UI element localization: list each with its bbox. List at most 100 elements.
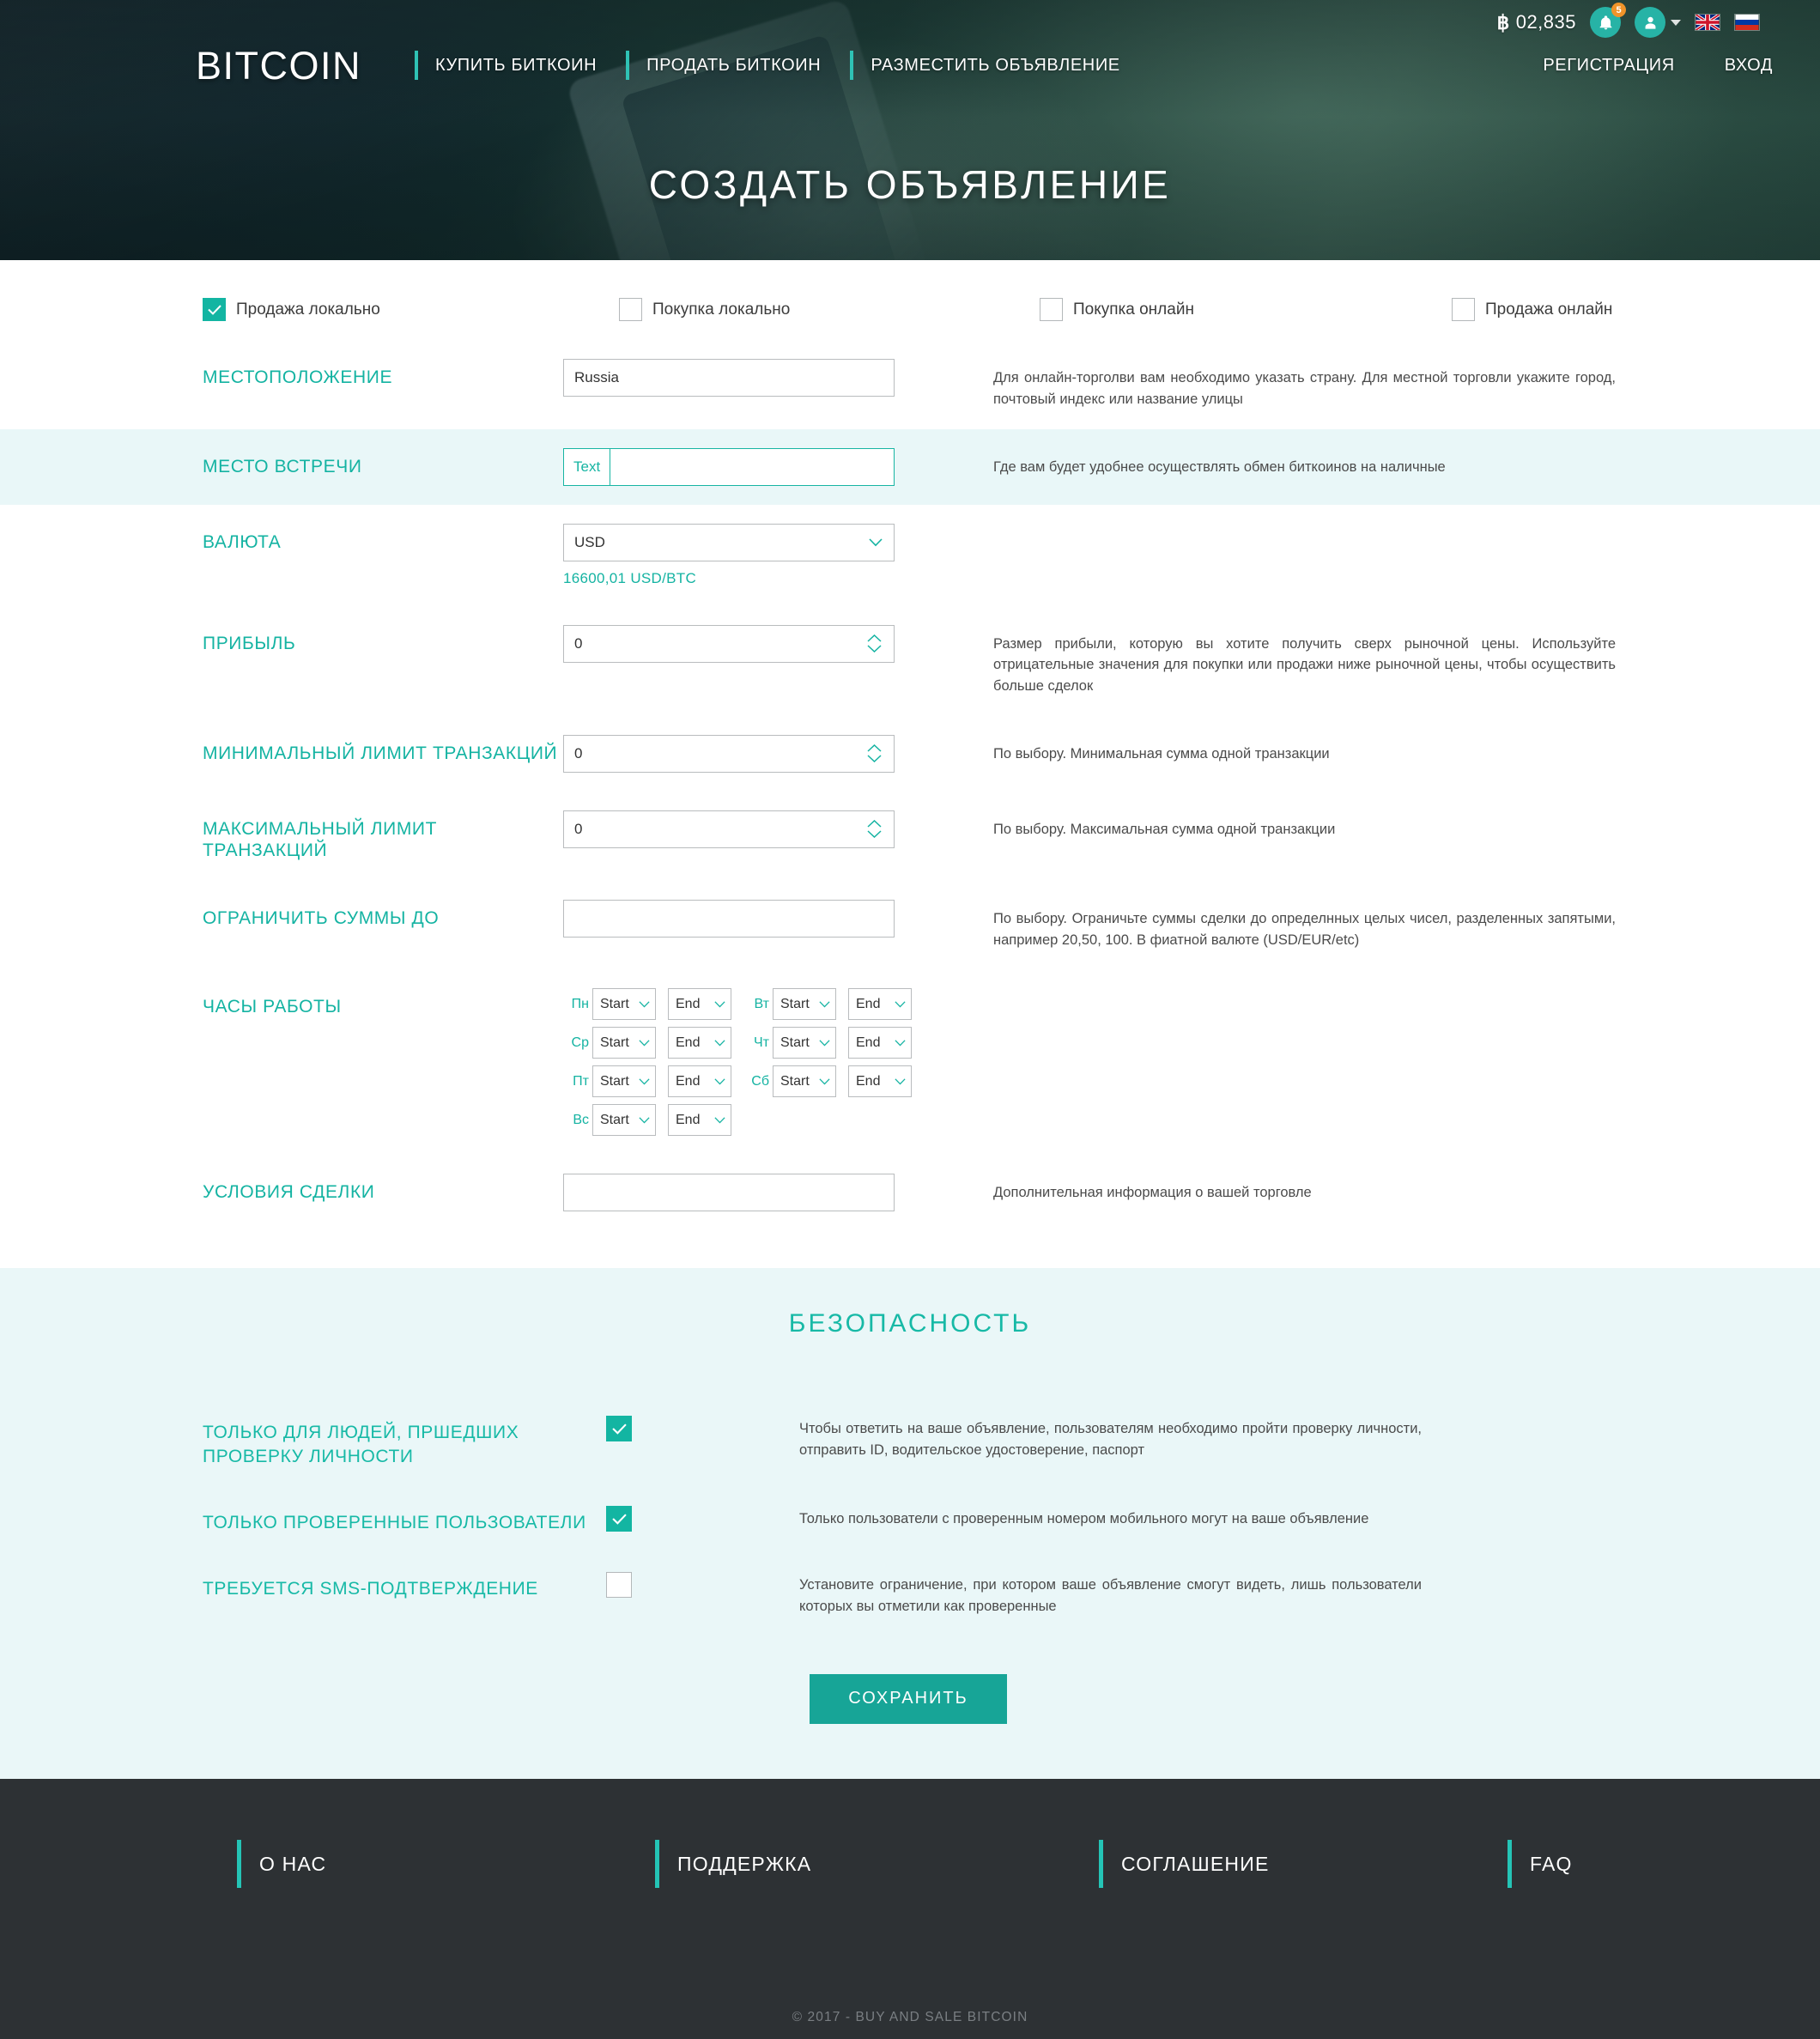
chevron-down-icon [895,1040,906,1047]
language-ru-button[interactable] [1734,14,1760,31]
label-round-amounts: ОГРАНИЧИТЬ СУММЫ ДО [203,907,440,928]
hours-end-fri: End [668,1065,731,1098]
hours-end-wed: End [668,1027,731,1059]
round-amounts-input[interactable] [563,899,895,938]
end-select-tue[interactable]: End [848,988,912,1021]
max-limit-spinner[interactable] [859,811,889,847]
desc-meeting-place: Где вам будет удобнее осуществлять обмен… [993,458,1446,475]
control-currency: USD 16600,01 USD/BTC [563,523,895,587]
security-check-verified-users [606,1506,799,1532]
day-label-mon: Пн [571,996,589,1011]
desc-location: Для онлайн-торголви вам необходимо указа… [993,370,1616,407]
meeting-place-field[interactable]: Text [563,447,895,486]
hours-empty-cell-b [836,1104,912,1136]
save-button[interactable]: СОХРАНИТЬ [810,1673,1007,1724]
checkbox-box-sell-local[interactable] [203,298,226,321]
start-value-thu: Start [780,1035,810,1050]
terms-input[interactable] [563,1174,895,1212]
security-check-sms [606,1572,799,1599]
checkbox-sell-online[interactable]: Продажа онлайн [1452,298,1612,321]
location-input[interactable] [563,359,895,397]
checkbox-box-sell-online[interactable] [1452,298,1475,321]
checkbox-identity-verified[interactable] [606,1416,632,1442]
end-select-fri[interactable]: End [668,1065,731,1098]
brand-logo[interactable]: BITCOIN [196,46,361,85]
start-select-tue[interactable]: Start [773,988,836,1021]
nav-login[interactable]: ВХОД [1716,51,1781,81]
footer-link-agreement[interactable]: СОГЛАШЕНИЕ [1099,1853,1508,1876]
language-en-button[interactable] [1695,14,1720,31]
end-value-wed: End [676,1035,701,1050]
checkbox-box-buy-local[interactable] [619,298,642,321]
checkbox-sell-local[interactable]: Продажа локально [203,298,619,321]
chevron-down-icon [639,1040,650,1047]
profit-spinner[interactable] [859,626,889,662]
hours-day-thu: Чт Start [743,1027,836,1059]
user-menu[interactable] [1635,7,1681,38]
start-select-mon[interactable]: Start [592,988,656,1021]
chevron-down-icon [895,1078,906,1085]
notifications-button[interactable]: 5 [1590,3,1626,38]
min-limit-stepper[interactable] [563,734,895,773]
bitcoin-icon: ฿ [1496,10,1510,33]
meeting-place-input[interactable] [610,448,894,485]
security-label-sms: ТРЕБУЕТСЯ SMS-ПОДТВЕРЖДЕНИЕ [203,1579,538,1599]
row-profit: ПРИБЫЛЬ Размер прибыли, которую вы хотит… [0,606,1820,716]
start-value-fri: Start [600,1073,629,1089]
checkbox-box-buy-online[interactable] [1040,298,1063,321]
nav-auth-links: РЕГИСТРАЦИЯ ВХОД [1534,51,1781,81]
nav-post-ad[interactable]: РАЗМЕСТИТЬ ОБЪЯВЛЕНИЕ [850,51,1149,81]
footer-link-support[interactable]: ПОДДЕРЖКА [655,1853,1099,1876]
end-select-wed[interactable]: End [668,1027,731,1059]
hours-empty-cell-a [731,1104,836,1136]
footer-link-about[interactable]: О НАС [237,1853,655,1876]
start-select-wed[interactable]: Start [592,1027,656,1059]
nav-sell-bitcoin[interactable]: ПРОДАТЬ БИТКОИН [626,51,850,81]
footer-link-faq[interactable]: FAQ [1508,1853,1573,1876]
nav-buy-bitcoin[interactable]: КУПИТЬ БИТКОИН [415,51,626,81]
end-select-sat[interactable]: End [848,1065,912,1098]
checkbox-verified-users[interactable] [606,1506,632,1532]
checkbox-label-buy-local: Покупка локально [652,300,791,319]
min-limit-spinner[interactable] [859,736,889,772]
checkbox-buy-local[interactable]: Покупка локально [619,298,1040,321]
desc-terms: Дополнительная информация о вашей торгов… [993,1185,1312,1201]
max-limit-input[interactable] [564,810,859,847]
footer-copyright: © 2017 - BUY AND SALE BITCOIN [792,2009,1028,2024]
start-select-sat[interactable]: Start [773,1065,836,1098]
end-value-sat: End [856,1073,881,1089]
checkbox-sms-required[interactable] [606,1572,632,1599]
bell-icon [1598,15,1614,31]
control-meeting-place: Text [563,447,895,486]
label-currency: ВАЛЮТА [203,531,282,552]
currency-select[interactable]: USD [563,523,895,561]
profit-input[interactable] [564,625,859,662]
max-limit-stepper[interactable] [563,810,895,848]
nav-register[interactable]: РЕГИСТРАЦИЯ [1534,51,1683,81]
end-select-mon[interactable]: End [668,988,731,1021]
chevron-down-icon[interactable] [1671,19,1681,26]
profit-stepper[interactable] [563,624,895,663]
desc-profit: Размер прибыли, которую вы хотите получи… [993,635,1616,695]
avatar[interactable] [1635,7,1665,38]
chevron-down-icon [869,537,883,546]
start-select-thu[interactable]: Start [773,1027,836,1059]
end-value-thu: End [856,1035,881,1050]
row-round-amounts: ОГРАНИЧИТЬ СУММЫ ДО По выбору. Ограничьт… [0,881,1820,970]
user-icon [1642,15,1659,31]
end-value-fri: End [676,1073,701,1089]
row-terms: УСЛОВИЯ СДЕЛКИ Дополнительная информация… [0,1155,1820,1230]
desc-working-hours [993,988,1616,997]
end-select-sun[interactable]: End [668,1104,731,1137]
start-select-fri[interactable]: Start [592,1065,656,1098]
chevron-down-icon [714,1040,725,1047]
checkbox-buy-online[interactable]: Покупка онлайн [1040,298,1452,321]
row-meeting-place: МЕСТО ВСТРЕЧИ Text Где вам будет удобнее… [0,428,1820,505]
label-profit: ПРИБЫЛЬ [203,633,296,653]
start-select-sun[interactable]: Start [592,1104,656,1137]
end-select-thu[interactable]: End [848,1027,912,1059]
min-limit-input[interactable] [564,735,859,772]
main-navigation: BITCOIN КУПИТЬ БИТКОИН ПРОДАТЬ БИТКОИН Р… [0,38,1820,93]
day-label-tue: Вт [754,996,769,1011]
checkbox-label-buy-online: Покупка онлайн [1073,300,1194,319]
